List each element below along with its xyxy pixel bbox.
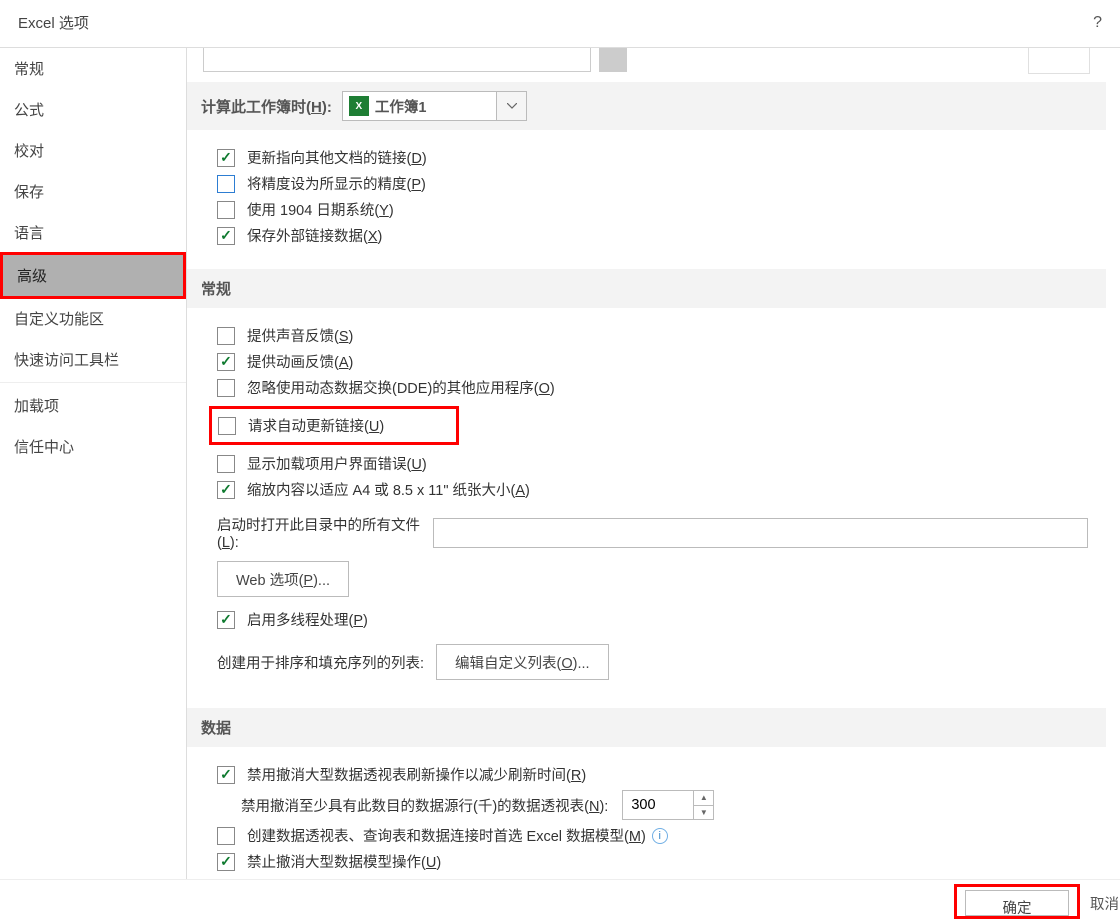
opt-update-links[interactable]: 更新指向其他文档的链接(D) <box>217 147 1088 168</box>
sidebar: 常规 公式 校对 保存 语言 高级 自定义功能区 快速访问工具栏 加载项 信任中… <box>0 48 187 879</box>
opt-1904-date[interactable]: 使用 1904 日期系统(Y) <box>217 199 1088 220</box>
opt-label: 将精度设为所显示的精度(P) <box>247 173 426 194</box>
opt-label: 使用 1904 日期系统(Y) <box>247 199 394 220</box>
opt-scale-a4[interactable]: 缩放内容以适应 A4 或 8.5 x 11" 纸张大小(A) <box>217 479 1088 500</box>
options-window: Excel 选项 ? 常规 公式 校对 保存 语言 高级 自定义功能区 快速访问… <box>0 0 1120 917</box>
custom-lists-row: 创建用于排序和填充序列的列表: 编辑自定义列表(O)... <box>217 644 1088 680</box>
body: 常规 公式 校对 保存 语言 高级 自定义功能区 快速访问工具栏 加载项 信任中… <box>0 47 1120 879</box>
opt-label: 请求自动更新链接(U) <box>248 415 384 436</box>
opt-label: 提供动画反馈(A) <box>247 351 353 372</box>
checkbox-icon[interactable] <box>217 611 235 629</box>
checkbox-icon[interactable] <box>217 481 235 499</box>
sidebar-item-formula[interactable]: 公式 <box>0 89 186 130</box>
custom-lists-label: 创建用于排序和填充序列的列表: <box>217 652 424 673</box>
opt-label: 缩放内容以适应 A4 或 8.5 x 11" 纸张大小(A) <box>247 479 530 500</box>
undo-threshold-label: 禁用撤消至少具有此数目的数据源行(千)的数据透视表(N): <box>241 795 608 816</box>
edit-custom-lists-button[interactable]: 编辑自定义列表(O)... <box>436 644 609 680</box>
section-data-label: 数据 <box>201 717 231 738</box>
opt-prefer-data-model[interactable]: 创建数据透视表、查询表和数据连接时首选 Excel 数据模型(M) i <box>217 825 1088 846</box>
cutoff-button[interactable] <box>599 48 627 72</box>
sidebar-item-addins[interactable]: 加载项 <box>0 385 186 426</box>
web-options-button[interactable]: Web 选项(P)... <box>217 561 349 597</box>
chevron-down-icon <box>496 92 526 120</box>
footer: 确定 取消 <box>0 879 1120 917</box>
checkbox-icon[interactable] <box>217 201 235 219</box>
spinner-arrows: ▲ ▼ <box>693 791 713 819</box>
cancel-button[interactable]: 取消 <box>1090 883 1120 914</box>
opt-disable-undo-refresh[interactable]: 禁用撤消大型数据透视表刷新操作以减少刷新时间(R) <box>217 764 1088 785</box>
sidebar-item-quick-access[interactable]: 快速访问工具栏 <box>0 339 186 380</box>
ok-button[interactable]: 确定 <box>965 890 1069 916</box>
opt-disable-undo-model[interactable]: 禁止撤消大型数据模型操作(U) <box>217 851 1088 872</box>
opt-anim-feedback[interactable]: 提供动画反馈(A) <box>217 351 1088 372</box>
section-general-label: 常规 <box>201 278 231 299</box>
opt-multithread[interactable]: 启用多线程处理(P) <box>217 609 1088 630</box>
checkbox-icon[interactable] <box>217 766 235 784</box>
checkbox-icon[interactable] <box>218 417 236 435</box>
sidebar-item-proofing[interactable]: 校对 <box>0 130 186 171</box>
undo-threshold-row: 禁用撤消至少具有此数目的数据源行(千)的数据透视表(N): ▲ ▼ <box>241 790 1088 820</box>
startup-files-input[interactable] <box>433 518 1088 548</box>
opt-precision-as-displayed[interactable]: 将精度设为所显示的精度(P) <box>217 173 1088 194</box>
titlebar: Excel 选项 ? <box>0 0 1120 47</box>
sidebar-item-customize-ribbon[interactable]: 自定义功能区 <box>0 298 186 339</box>
sidebar-item-general[interactable]: 常规 <box>0 48 186 89</box>
workbook-dropdown[interactable]: X 工作簿1 <box>342 91 528 121</box>
sidebar-item-advanced[interactable]: 高级 <box>3 255 183 296</box>
ok-button-highlight: 确定 <box>954 884 1080 919</box>
section-data-header: 数据 <box>187 708 1106 747</box>
window-title: Excel 选项 <box>18 12 89 33</box>
section-data-body: 禁用撤消大型数据透视表刷新操作以减少刷新时间(R) 禁用撤消至少具有此数目的数据… <box>187 747 1106 879</box>
opt-auto-update-links[interactable]: 请求自动更新链接(U) <box>218 415 384 436</box>
opt-label: 忽略使用动态数据交换(DDE)的其他应用程序(O) <box>247 377 555 398</box>
cutoff-row <box>187 48 1106 82</box>
checkbox-icon[interactable] <box>217 175 235 193</box>
opt-label: 禁止撤消大型数据模型操作(U) <box>247 851 441 872</box>
section-general-header: 常规 <box>187 269 1106 308</box>
opt-label: 更新指向其他文档的链接(D) <box>247 147 427 168</box>
startup-files-label: 启动时打开此目录中的所有文件(L): <box>217 514 421 551</box>
help-icon[interactable]: ? <box>1093 14 1102 32</box>
info-icon[interactable]: i <box>652 828 668 844</box>
section-general-body: 提供声音反馈(S) 提供动画反馈(A) 忽略使用动态数据交换(DDE)的其他应用… <box>187 308 1106 708</box>
checkbox-icon[interactable] <box>217 327 235 345</box>
opt-save-external-links[interactable]: 保存外部链接数据(X) <box>217 225 1088 246</box>
opt-label: 禁用撤消大型数据透视表刷新操作以减少刷新时间(R) <box>247 764 586 785</box>
arrow-down-icon[interactable]: ▼ <box>694 806 713 820</box>
undo-threshold-input[interactable] <box>623 791 693 819</box>
sidebar-item-language[interactable]: 语言 <box>0 212 186 253</box>
excel-file-icon: X <box>349 96 369 116</box>
section-calc-body: 更新指向其他文档的链接(D) 将精度设为所显示的精度(P) 使用 1904 日期… <box>187 130 1106 269</box>
opt-label: 显示加载项用户界面错误(U) <box>247 453 427 474</box>
undo-threshold-spinner[interactable]: ▲ ▼ <box>622 790 714 820</box>
workbook-dropdown-text: 工作簿1 <box>375 96 497 117</box>
checkbox-icon[interactable] <box>217 853 235 871</box>
sidebar-item-trust-center[interactable]: 信任中心 <box>0 426 186 467</box>
checkbox-icon[interactable] <box>217 353 235 371</box>
section-calc-label: 计算此工作簿时(H): <box>201 96 332 117</box>
checkbox-icon[interactable] <box>217 455 235 473</box>
checkbox-icon[interactable] <box>217 227 235 245</box>
opt-label: 创建数据透视表、查询表和数据连接时首选 Excel 数据模型(M) <box>247 825 646 846</box>
opt-show-addin-errors[interactable]: 显示加载项用户界面错误(U) <box>217 453 1088 474</box>
checkbox-icon[interactable] <box>217 827 235 845</box>
sidebar-highlight: 高级 <box>0 252 186 299</box>
checkbox-icon[interactable] <box>217 149 235 167</box>
cutoff-input[interactable] <box>203 48 591 72</box>
checkbox-icon[interactable] <box>217 379 235 397</box>
opt-ignore-dde[interactable]: 忽略使用动态数据交换(DDE)的其他应用程序(O) <box>217 377 1088 398</box>
cutoff-ghost-button[interactable] <box>1028 48 1090 74</box>
opt-sound-feedback[interactable]: 提供声音反馈(S) <box>217 325 1088 346</box>
opt-label: 启用多线程处理(P) <box>247 609 368 630</box>
arrow-up-icon[interactable]: ▲ <box>694 791 713 806</box>
opt-label: 提供声音反馈(S) <box>247 325 353 346</box>
section-calc-header: 计算此工作簿时(H): X 工作簿1 <box>187 82 1106 130</box>
content-pane[interactable]: 计算此工作簿时(H): X 工作簿1 更新指向其他文档的链接(D) <box>187 48 1120 879</box>
startup-files-row: 启动时打开此目录中的所有文件(L): <box>217 514 1088 551</box>
opt-label: 保存外部链接数据(X) <box>247 225 382 246</box>
opt-auto-update-links-highlight: 请求自动更新链接(U) <box>209 406 459 445</box>
sidebar-item-save[interactable]: 保存 <box>0 171 186 212</box>
